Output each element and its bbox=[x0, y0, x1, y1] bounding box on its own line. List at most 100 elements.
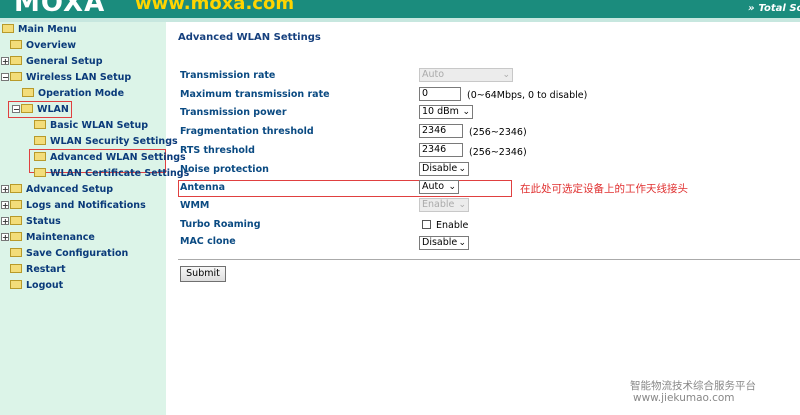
slogan-text: Total So bbox=[758, 3, 800, 14]
sidebar-item-advanced-wlan-settings[interactable]: Advanced WLAN Settings bbox=[34, 151, 186, 165]
sidebar-label: Save Configuration bbox=[26, 248, 129, 259]
checkbox-turbo-roaming[interactable] bbox=[422, 220, 431, 229]
sidebar-label: Wireless LAN Setup bbox=[26, 72, 132, 83]
expand-plus-icon[interactable]: + bbox=[1, 184, 9, 193]
select-noise-protection[interactable]: Disable ⌄ bbox=[419, 162, 469, 176]
input-max-transmission-rate[interactable]: 0 bbox=[419, 87, 461, 101]
select-value: Enable bbox=[422, 199, 455, 210]
antenna-annotation: 在此处可选定设备上的工作天线接头 bbox=[520, 183, 688, 195]
sidebar-label: Logout bbox=[26, 280, 64, 291]
sidebar-label: Basic WLAN Setup bbox=[50, 120, 149, 131]
sidebar-label: Operation Mode bbox=[38, 88, 125, 99]
sidebar-item-wlan-security-settings[interactable]: WLAN Security Settings bbox=[34, 135, 178, 149]
sidebar-item-logs-and-notifications[interactable]: + Logs and Notifications bbox=[1, 199, 146, 213]
folder-icon bbox=[22, 88, 34, 97]
select-transmission-rate: Auto ⌄ bbox=[419, 68, 513, 82]
sidebar-label: Status bbox=[26, 216, 61, 227]
chevron-down-icon: ⌄ bbox=[502, 70, 510, 80]
input-fragmentation-threshold[interactable]: 2346 bbox=[419, 124, 463, 138]
label-fragmentation-threshold: Fragmentation threshold bbox=[180, 126, 314, 137]
header-slogan: » Total So bbox=[748, 3, 800, 14]
hint-rts-threshold: (256~2346) bbox=[469, 147, 527, 158]
sidebar-label: WLAN Certificate Settings bbox=[50, 168, 190, 179]
watermark-line-2: www.jiekumao.com bbox=[633, 392, 735, 404]
select-wmm: Enable ⌄ bbox=[419, 198, 469, 212]
collapse-minus-icon[interactable]: − bbox=[12, 104, 20, 113]
sidebar-label: Main Menu bbox=[18, 24, 77, 35]
sidebar-item-save-configuration[interactable]: Save Configuration bbox=[10, 247, 128, 261]
label-antenna: Antenna bbox=[180, 182, 226, 193]
sidebar-label: Advanced Setup bbox=[26, 184, 114, 195]
submit-button[interactable]: Submit bbox=[180, 266, 226, 282]
hint-fragmentation-threshold: (256~2346) bbox=[469, 127, 527, 138]
folder-icon bbox=[10, 216, 22, 225]
folder-icon bbox=[10, 280, 22, 289]
folder-icon bbox=[34, 168, 46, 177]
select-transmission-power[interactable]: 10 dBm ⌄ bbox=[419, 105, 473, 119]
select-mac-clone[interactable]: Disable ⌄ bbox=[419, 236, 469, 250]
folder-icon bbox=[10, 232, 22, 241]
hint-max-transmission-rate: (0~64Mbps, 0 to disable) bbox=[467, 90, 588, 101]
moxa-logo: MOXA bbox=[14, 0, 106, 18]
expand-plus-icon[interactable]: + bbox=[1, 216, 9, 225]
select-antenna[interactable]: Auto ⌄ bbox=[419, 180, 459, 194]
collapse-minus-icon[interactable]: − bbox=[1, 72, 9, 81]
sidebar-item-overview[interactable]: Overview bbox=[10, 39, 76, 53]
watermark-line-1: 智能物流技术综合服务平台 bbox=[630, 380, 756, 392]
label-rts-threshold: RTS threshold bbox=[180, 145, 255, 156]
sidebar-item-restart[interactable]: Restart bbox=[10, 263, 66, 277]
sidebar-item-maintenance[interactable]: + Maintenance bbox=[1, 231, 95, 245]
chevron-down-icon: ⌄ bbox=[462, 107, 470, 117]
double-chevron-icon: » bbox=[748, 3, 755, 14]
select-value: Auto bbox=[422, 181, 445, 192]
label-max-transmission-rate: Maximum transmission rate bbox=[180, 89, 330, 100]
label-transmission-power: Transmission power bbox=[180, 107, 287, 118]
folder-icon bbox=[34, 120, 46, 129]
folder-icon bbox=[10, 184, 22, 193]
select-value: 10 dBm bbox=[422, 106, 459, 117]
folder-icon bbox=[34, 152, 46, 161]
sidebar-item-basic-wlan-setup[interactable]: Basic WLAN Setup bbox=[34, 119, 148, 133]
select-value: Disable bbox=[422, 237, 458, 248]
page-title: Advanced WLAN Settings bbox=[178, 32, 321, 43]
expand-plus-icon[interactable]: + bbox=[1, 232, 9, 241]
folder-icon bbox=[10, 56, 22, 65]
sidebar-label: Advanced WLAN Settings bbox=[50, 152, 186, 163]
chevron-down-icon: ⌄ bbox=[458, 238, 466, 248]
sidebar-item-advanced-setup[interactable]: + Advanced Setup bbox=[1, 183, 113, 197]
chevron-down-icon: ⌄ bbox=[458, 200, 466, 210]
label-mac-clone: MAC clone bbox=[180, 236, 236, 247]
select-value: Disable bbox=[422, 163, 458, 174]
label-wmm: WMM bbox=[180, 200, 210, 211]
sidebar-item-operation-mode[interactable]: Operation Mode bbox=[22, 87, 124, 101]
folder-open-icon bbox=[10, 72, 22, 81]
folder-icon bbox=[10, 248, 22, 257]
checkbox-label-enable: Enable bbox=[436, 220, 469, 231]
label-noise-protection: Noise protection bbox=[180, 164, 269, 175]
sidebar-item-status[interactable]: + Status bbox=[1, 215, 61, 229]
folder-open-icon bbox=[2, 24, 14, 33]
sidebar-item-general-setup[interactable]: + General Setup bbox=[1, 55, 103, 69]
sidebar-label: Logs and Notifications bbox=[26, 200, 146, 211]
sidebar-item-wlan[interactable]: − WLAN bbox=[12, 103, 69, 117]
divider bbox=[178, 259, 800, 260]
header-url: www.moxa.com bbox=[135, 0, 295, 14]
label-turbo-roaming: Turbo Roaming bbox=[180, 219, 261, 230]
input-rts-threshold[interactable]: 2346 bbox=[419, 143, 463, 157]
folder-icon bbox=[34, 136, 46, 145]
chevron-down-icon: ⌄ bbox=[458, 164, 466, 174]
expand-plus-icon[interactable]: + bbox=[1, 56, 9, 65]
chevron-down-icon: ⌄ bbox=[448, 182, 456, 192]
sidebar-label: Overview bbox=[26, 40, 77, 51]
sidebar-item-logout[interactable]: Logout bbox=[10, 279, 63, 293]
folder-icon bbox=[10, 264, 22, 273]
sidebar-main-menu[interactable]: Main Menu bbox=[2, 23, 77, 37]
sidebar-label: Maintenance bbox=[26, 232, 95, 243]
folder-icon bbox=[10, 40, 22, 49]
select-value: Auto bbox=[422, 69, 445, 80]
sidebar-label: WLAN bbox=[37, 104, 69, 115]
expand-plus-icon[interactable]: + bbox=[1, 200, 9, 209]
sidebar-label: WLAN Security Settings bbox=[50, 136, 178, 147]
sidebar-item-wireless-lan-setup[interactable]: − Wireless LAN Setup bbox=[1, 71, 131, 85]
sidebar-item-wlan-certificate-settings[interactable]: WLAN Certificate Settings bbox=[34, 167, 189, 181]
